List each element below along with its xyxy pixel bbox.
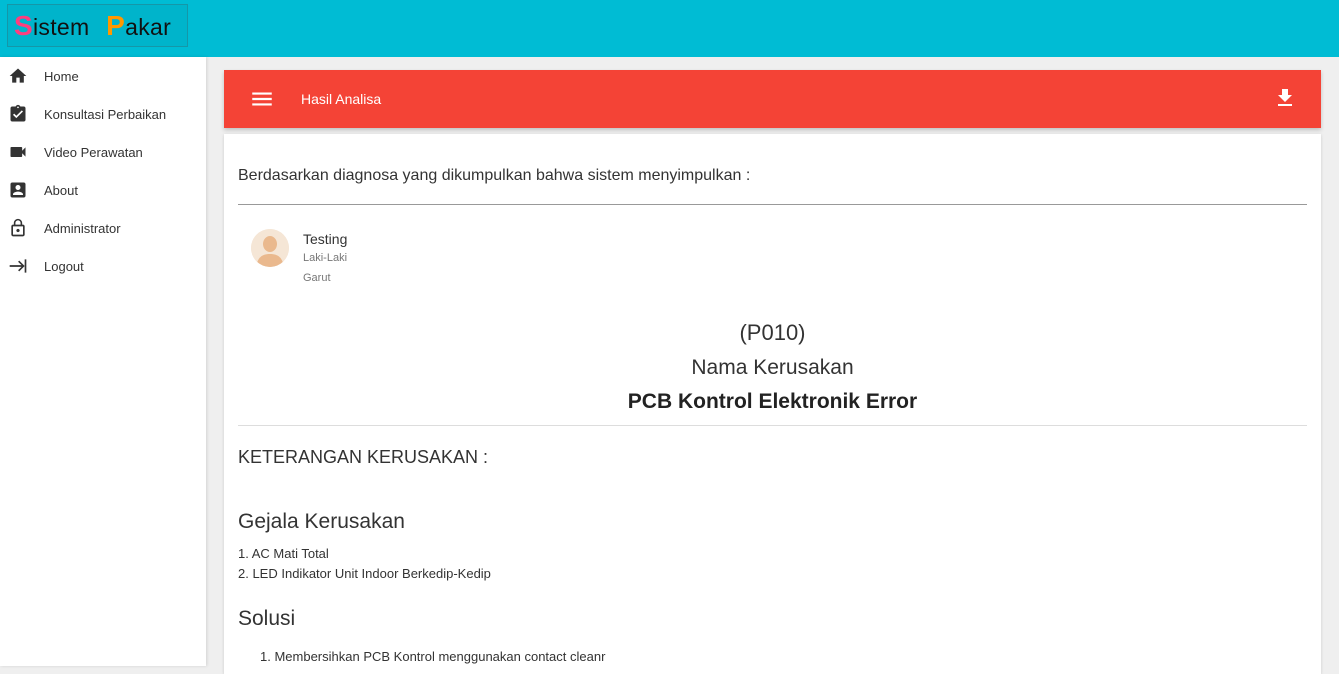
sidebar-item-label: Home bbox=[44, 68, 79, 84]
video-camera-icon bbox=[7, 141, 29, 163]
gejala-list: 1. AC Mati Total 2. LED Indikator Unit I… bbox=[238, 544, 491, 584]
gejala-heading: Gejala Kerusakan bbox=[238, 510, 405, 533]
clipboard-check-icon bbox=[7, 103, 29, 125]
sidebar-item-label: About bbox=[44, 182, 78, 198]
sidebar-item-label: Konsultasi Perbaikan bbox=[44, 106, 167, 122]
menu-icon[interactable] bbox=[249, 86, 275, 112]
sidebar-item-label: Administrator bbox=[44, 220, 121, 236]
list-item: 1. AC Mati Total bbox=[238, 546, 329, 561]
sidebar-item-logout[interactable]: Logout bbox=[0, 247, 206, 285]
logo-letter-p: P bbox=[106, 9, 126, 41]
user-city: Garut bbox=[303, 272, 331, 284]
sidebar-item-label: Video Perawatan bbox=[44, 144, 143, 160]
main-content: Hasil Analisa Berdasarkan diagnosa yang … bbox=[224, 70, 1321, 674]
solusi-list: 1. Membersihkan PCB Kontrol menggunakan … bbox=[260, 647, 605, 667]
list-item: 1. Membersihkan PCB Kontrol menggunakan … bbox=[260, 649, 606, 664]
damage-name-value: PCB Kontrol Elektronik Error bbox=[627, 390, 918, 413]
user-name: Testing bbox=[303, 231, 348, 247]
keterangan-heading: KETERANGAN KERUSAKAN : bbox=[238, 447, 489, 467]
download-icon[interactable] bbox=[1273, 86, 1297, 110]
logo-word-1: istem bbox=[32, 13, 90, 40]
home-icon bbox=[7, 65, 29, 87]
sidebar-item-home[interactable]: Home bbox=[0, 57, 206, 95]
logo-letter-s: S bbox=[14, 9, 33, 41]
solusi-heading: Solusi bbox=[238, 607, 296, 630]
divider bbox=[238, 204, 1307, 205]
logout-arrow-icon bbox=[7, 255, 29, 277]
account-box-icon bbox=[7, 179, 29, 201]
sidebar-item-konsultasi[interactable]: Konsultasi Perbaikan bbox=[0, 95, 206, 133]
list-item: 2. LED Indikator Unit Indoor Berkedip-Ke… bbox=[238, 566, 491, 581]
sidebar-item-about[interactable]: About bbox=[0, 171, 206, 209]
lock-icon bbox=[7, 217, 29, 239]
avatar bbox=[251, 229, 289, 267]
sidebar-item-label: Logout bbox=[44, 258, 84, 274]
card-header: Hasil Analisa bbox=[224, 70, 1321, 128]
logo-word-2: akar bbox=[125, 13, 172, 40]
sidebar-item-video[interactable]: Video Perawatan bbox=[0, 133, 206, 171]
result-card: Berdasarkan diagnosa yang dikumpulkan ba… bbox=[224, 134, 1321, 674]
page-title: Hasil Analisa bbox=[301, 91, 382, 107]
app-logo[interactable]: Sistem Pakar bbox=[7, 4, 188, 47]
sidebar: Home Konsultasi Perbaikan Video Perawata… bbox=[0, 57, 206, 666]
sidebar-item-administrator[interactable]: Administrator bbox=[0, 209, 206, 247]
logo-text: Sistem Pakar bbox=[14, 10, 171, 42]
damage-code: (P010) bbox=[739, 320, 806, 345]
top-app-bar: Sistem Pakar bbox=[0, 0, 1339, 57]
intro-text: Berdasarkan diagnosa yang dikumpulkan ba… bbox=[238, 167, 751, 184]
divider bbox=[238, 425, 1307, 426]
damage-name-label: Nama Kerusakan bbox=[691, 356, 854, 379]
user-gender: Laki-Laki bbox=[303, 252, 348, 264]
